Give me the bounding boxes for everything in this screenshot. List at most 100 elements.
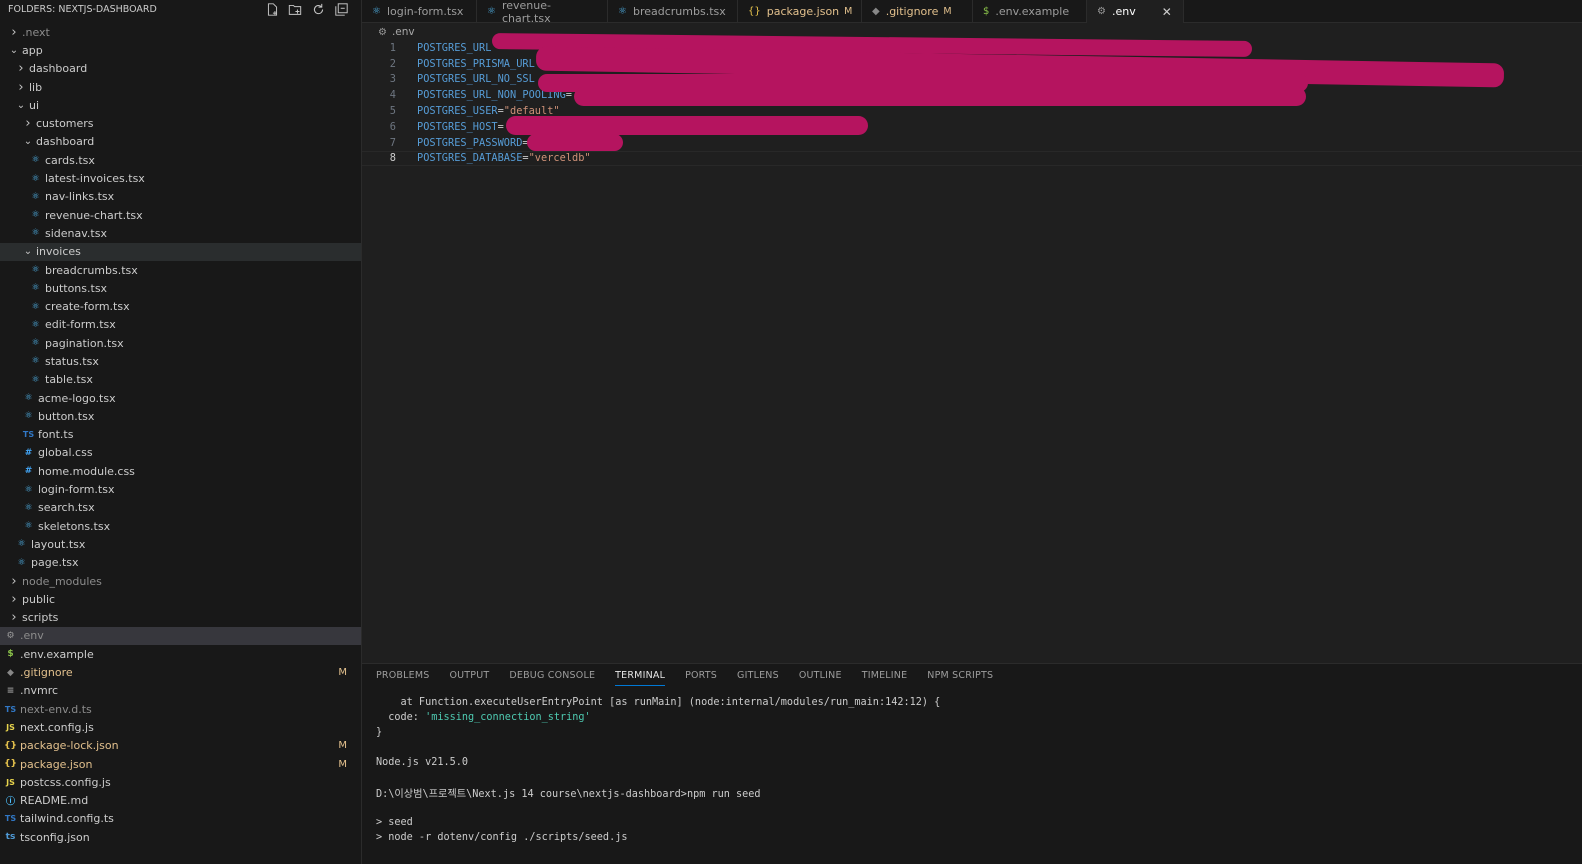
editor-tab[interactable]: ⚛ revenue-chart.tsx: [477, 0, 608, 25]
panel-tab[interactable]: TERMINAL: [615, 664, 665, 686]
line-number: 5: [389, 105, 396, 118]
file-item[interactable]: JS postcss.config.js: [0, 773, 361, 791]
panel-tab[interactable]: DEBUG CONSOLE: [509, 664, 595, 686]
file-item[interactable]: ⚛ latest-invoices.tsx: [0, 169, 361, 187]
file-item[interactable]: ⚛ button.tsx: [0, 407, 361, 425]
file-item[interactable]: # home.module.css: [0, 462, 361, 480]
git-icon: ◆: [7, 667, 14, 678]
file-item[interactable]: ⚛ page.tsx: [0, 554, 361, 572]
file-item[interactable]: ⚛ acme-logo.tsx: [0, 389, 361, 407]
new-folder-icon[interactable]: [287, 1, 303, 17]
editor-tab[interactable]: {} package.json M: [738, 0, 862, 23]
code-line[interactable]: 8 POSTGRES_DATABASE="verceldb": [362, 150, 1582, 167]
explorer-sidebar: FOLDERS: NEXTJS-DASHBOARD › .next ⌄ app › das…: [0, 0, 362, 864]
file-item[interactable]: ≡ .nvmrc: [0, 682, 361, 700]
folder-item[interactable]: ⌄ ui: [0, 96, 361, 114]
tab-label: login-form.tsx: [386, 5, 464, 18]
chevron-right-icon: ›: [25, 116, 31, 132]
folder-item[interactable]: › lib: [0, 78, 361, 96]
folder-item[interactable]: ⌄ app: [0, 41, 361, 59]
collapse-all-icon[interactable]: [333, 1, 349, 17]
typescript-icon: TS: [22, 430, 35, 440]
file-item[interactable]: TS tailwind.config.ts: [0, 810, 361, 828]
terminal-output[interactable]: at Function.executeUserEntryPoint [as ru…: [376, 695, 940, 845]
tsconfig-icon: ts: [5, 832, 16, 843]
file-item[interactable]: ⚛ skeletons.tsx: [0, 517, 361, 535]
editor-tab[interactable]: $ .env.example: [973, 0, 1087, 23]
file-item[interactable]: ts tsconfig.json: [0, 828, 361, 846]
env-key: POSTGRES_URL_NO_SSL: [417, 73, 535, 86]
file-item[interactable]: ⚙ .env: [0, 626, 361, 646]
git-icon: ◆: [872, 6, 880, 17]
file-item[interactable]: ◆ .gitignore M: [0, 663, 361, 681]
refresh-icon[interactable]: [310, 1, 326, 17]
file-item[interactable]: ⚛ login-form.tsx: [0, 480, 361, 498]
tree-item-label: sidenav.tsx: [45, 226, 107, 240]
folder-item[interactable]: › public: [0, 590, 361, 608]
panel-tabs: PROBLEMS OUTPUT DEBUG CONSOLE TERMINAL PORTS…: [362, 664, 1582, 686]
panel-tab[interactable]: PROBLEMS: [376, 664, 429, 686]
panel-tab[interactable]: GITLENS: [737, 664, 779, 686]
folder-item[interactable]: › node_modules: [0, 572, 361, 590]
javascript-icon: JS: [6, 722, 15, 732]
css-icon: #: [24, 466, 33, 477]
panel-tab[interactable]: TIMELINE: [862, 664, 908, 686]
redaction-mark: [527, 134, 623, 151]
editor-tab[interactable]: ◆ .gitignore M: [862, 0, 973, 23]
file-item[interactable]: ⚛ revenue-chart.tsx: [0, 206, 361, 224]
file-item[interactable]: ⚛ cards.tsx: [0, 151, 361, 169]
file-item[interactable]: ⚛ buttons.tsx: [0, 279, 361, 297]
file-item[interactable]: ⚛ nav-links.tsx: [0, 188, 361, 206]
react-icon: ⚛: [31, 338, 40, 349]
file-item[interactable]: TS next-env.d.ts: [0, 700, 361, 718]
panel-tab[interactable]: OUTPUT: [449, 664, 489, 686]
react-icon: ⚛: [31, 191, 40, 202]
folder-item[interactable]: › customers: [0, 114, 361, 132]
editor-tab[interactable]: ⚛ login-form.tsx: [362, 0, 477, 23]
file-item[interactable]: JS next.config.js: [0, 718, 361, 736]
folder-item[interactable]: › .next: [0, 23, 361, 41]
editor-tab[interactable]: ⚛ breadcrumbs.tsx: [608, 0, 738, 23]
new-file-icon[interactable]: [264, 1, 280, 17]
react-icon: ⚛: [24, 521, 33, 532]
close-icon[interactable]: ✕: [1162, 5, 1172, 19]
file-item[interactable]: ⚛ edit-form.tsx: [0, 316, 361, 334]
panel-tab[interactable]: OUTLINE: [799, 664, 842, 686]
react-icon: ⚛: [24, 502, 33, 513]
react-icon: ⚛: [17, 557, 26, 568]
editor-tab[interactable]: ⚙ .env ✕: [1087, 0, 1184, 23]
explorer-actions: [264, 1, 349, 17]
folder-item[interactable]: › scripts: [0, 609, 361, 627]
tree-item-label: table.tsx: [45, 373, 93, 387]
chevron-down-icon: ⌄: [23, 246, 33, 258]
file-item[interactable]: {} package-lock.json M: [0, 737, 361, 755]
panel-tab[interactable]: PORTS: [685, 664, 717, 686]
file-item[interactable]: ⚛ breadcrumbs.tsx: [0, 261, 361, 279]
tree-item-label: package-lock.json: [20, 739, 119, 753]
react-icon: ⚛: [487, 6, 496, 17]
file-item[interactable]: ⚛ pagination.tsx: [0, 334, 361, 352]
folder-item[interactable]: ⌄ invoices: [0, 242, 361, 261]
file-item[interactable]: ⚛ search.tsx: [0, 499, 361, 517]
file-item[interactable]: # global.css: [0, 444, 361, 462]
file-item[interactable]: TS font.ts: [0, 426, 361, 444]
file-item[interactable]: ⓘ README.md: [0, 791, 361, 809]
file-item[interactable]: ⚛ table.tsx: [0, 371, 361, 389]
file-item[interactable]: $ .env.example: [0, 645, 361, 663]
file-item[interactable]: ⚛ sidenav.tsx: [0, 224, 361, 242]
file-item[interactable]: {} package.json M: [0, 755, 361, 773]
tree-item-label: README.md: [20, 794, 89, 808]
file-item[interactable]: ⚛ status.tsx: [0, 352, 361, 370]
tree-item-label: revenue-chart.tsx: [45, 208, 143, 222]
folder-item[interactable]: › dashboard: [0, 60, 361, 78]
terminal-line: }: [376, 727, 383, 738]
line-number: 7: [389, 136, 396, 149]
tree-item-label: skeletons.tsx: [38, 519, 111, 533]
file-item[interactable]: ⚛ create-form.tsx: [0, 297, 361, 315]
panel-tab[interactable]: NPM SCRIPTS: [927, 664, 993, 686]
folder-item[interactable]: ⌄ dashboard: [0, 133, 361, 151]
breadcrumb-file[interactable]: .env: [392, 26, 415, 38]
tree-item-label: latest-invoices.tsx: [45, 172, 145, 186]
file-item[interactable]: ⚛ layout.tsx: [0, 535, 361, 553]
